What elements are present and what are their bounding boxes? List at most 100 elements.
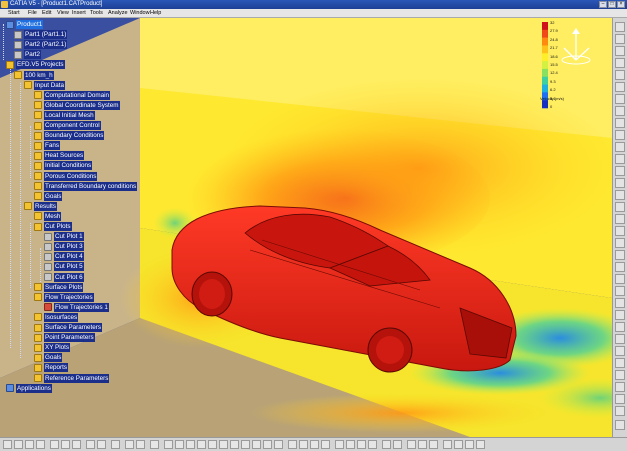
toolbar-button[interactable] [615,262,625,272]
menu-edit[interactable]: Edit [42,9,51,17]
toolbar-button[interactable] [443,440,452,449]
toolbar-button[interactable] [615,202,625,212]
tree-node[interactable]: Isosurfaces [34,312,79,322]
tree-node[interactable]: Surface Parameters [34,323,102,332]
tree-node[interactable]: Part2 (Part2.1) [14,40,68,50]
tree-node[interactable]: Cut Plot 6 [44,272,84,282]
save-icon[interactable] [25,440,34,449]
tree-node[interactable]: Surface Plots [34,282,84,292]
zoom-out-icon[interactable] [219,440,228,449]
cut-icon[interactable] [50,440,59,449]
toolbar-button[interactable] [615,82,625,92]
tree-node[interactable]: Cut Plot 3 [44,242,84,252]
tree-node[interactable]: Point Parameters [34,333,95,343]
menu-view[interactable]: View [57,9,69,17]
tree-node[interactable]: Flow Trajectories [34,292,94,302]
tree-node[interactable]: Boundary Conditions [34,131,105,141]
toolbar-button[interactable] [615,370,625,380]
toolbar-button[interactable] [382,440,391,449]
print-icon[interactable] [36,440,45,449]
toolbar-button[interactable] [615,46,625,56]
toolbar-button[interactable] [615,226,625,236]
tree-node[interactable]: Product1 [6,20,44,29]
tree-node[interactable]: Cut Plot 4 [44,252,84,262]
tree-node[interactable]: Part2 [14,50,42,60]
toolbar-button[interactable] [615,322,625,332]
formula-icon[interactable] [125,440,134,449]
toolbar-button[interactable] [615,394,625,404]
toolbar-button[interactable] [465,440,474,449]
toolbar-button[interactable] [615,310,625,320]
tree-node[interactable]: Heat Sources [34,151,85,161]
close-icon[interactable]: × [617,1,625,8]
toolbar-button[interactable] [476,440,485,449]
tree-node[interactable]: Mesh [34,211,62,221]
tree-node[interactable]: Input Data [24,80,66,90]
toolbar-button[interactable] [615,334,625,344]
redo-icon[interactable] [97,440,106,449]
tree-node[interactable]: Computational Domain [34,90,111,100]
toolbar-button[interactable] [288,440,297,449]
toolbar-button[interactable] [357,440,366,449]
tree-node[interactable]: Cut Plot 1 [44,232,84,242]
tree-node[interactable]: Goals [34,191,63,201]
toolbar-button[interactable] [252,440,261,449]
tree-node[interactable]: Part1 (Part1.1) [14,30,68,40]
minimize-icon[interactable]: – [599,1,607,8]
toolbar-button[interactable] [299,440,308,449]
new-icon[interactable] [3,440,12,449]
open-icon[interactable] [14,440,23,449]
toolbar-button[interactable] [335,440,344,449]
maximize-icon[interactable]: □ [608,1,616,8]
toolbar-button[interactable] [615,382,625,392]
toolbar-button[interactable] [615,130,625,140]
toolbar-button[interactable] [615,346,625,356]
toolbar-button[interactable] [241,440,250,449]
toolbar-button[interactable] [615,106,625,116]
fit-all-icon[interactable] [175,440,184,449]
toolbar-button[interactable] [150,440,159,449]
copy-icon[interactable] [61,440,70,449]
toolbar-button[interactable] [274,440,283,449]
compass-icon[interactable] [615,420,625,430]
toolbar-button[interactable] [615,154,625,164]
tree-node[interactable]: Fans [34,141,60,151]
toolbar-button[interactable] [615,70,625,80]
toolbar-button[interactable] [615,178,625,188]
toolbar-button[interactable] [615,142,625,152]
tree-node[interactable]: Cut Plots [34,222,72,231]
toolbar-button[interactable] [615,406,625,416]
paste-icon[interactable] [72,440,81,449]
toolbar-button[interactable] [321,440,330,449]
toolbar-button[interactable] [615,238,625,248]
tree-node[interactable]: EFD.V5 Projects [6,60,65,70]
toolbar-button[interactable] [263,440,272,449]
toolbar-button[interactable] [615,214,625,224]
menu-help[interactable]: Help [150,9,161,17]
toolbar-button[interactable] [615,94,625,104]
toolbar-button[interactable] [615,190,625,200]
toolbar-button[interactable] [615,286,625,296]
undo-icon[interactable] [86,440,95,449]
toolbar-button[interactable] [454,440,463,449]
toolbar-button[interactable] [310,440,319,449]
toolbar-button[interactable] [418,440,427,449]
menu-window[interactable]: Window [130,9,150,17]
menu-analyze[interactable]: Analyze [108,9,128,17]
tree-node[interactable]: Transferred Boundary conditions [34,181,138,191]
tree-node[interactable]: Porous Conditions [34,171,98,181]
toolbar-button[interactable] [615,118,625,128]
fly-mode-icon[interactable] [164,440,173,449]
menu-file[interactable]: File [28,9,37,17]
tree-node[interactable]: Initial Conditions [34,161,93,171]
toolbar-button[interactable] [615,58,625,68]
tree-node[interactable]: Results [24,201,57,211]
tree-node[interactable]: Local Initial Mesh [34,110,95,120]
tree-node[interactable]: Goals [34,353,63,363]
menu-start[interactable]: Start [8,9,20,17]
normal-view-icon[interactable] [230,440,239,449]
tree-node[interactable]: Reports [34,363,69,373]
tree-node[interactable]: Cut Plot 5 [44,262,84,272]
tree-node[interactable]: 100 km_h [14,70,54,80]
rotate-icon[interactable] [197,440,206,449]
